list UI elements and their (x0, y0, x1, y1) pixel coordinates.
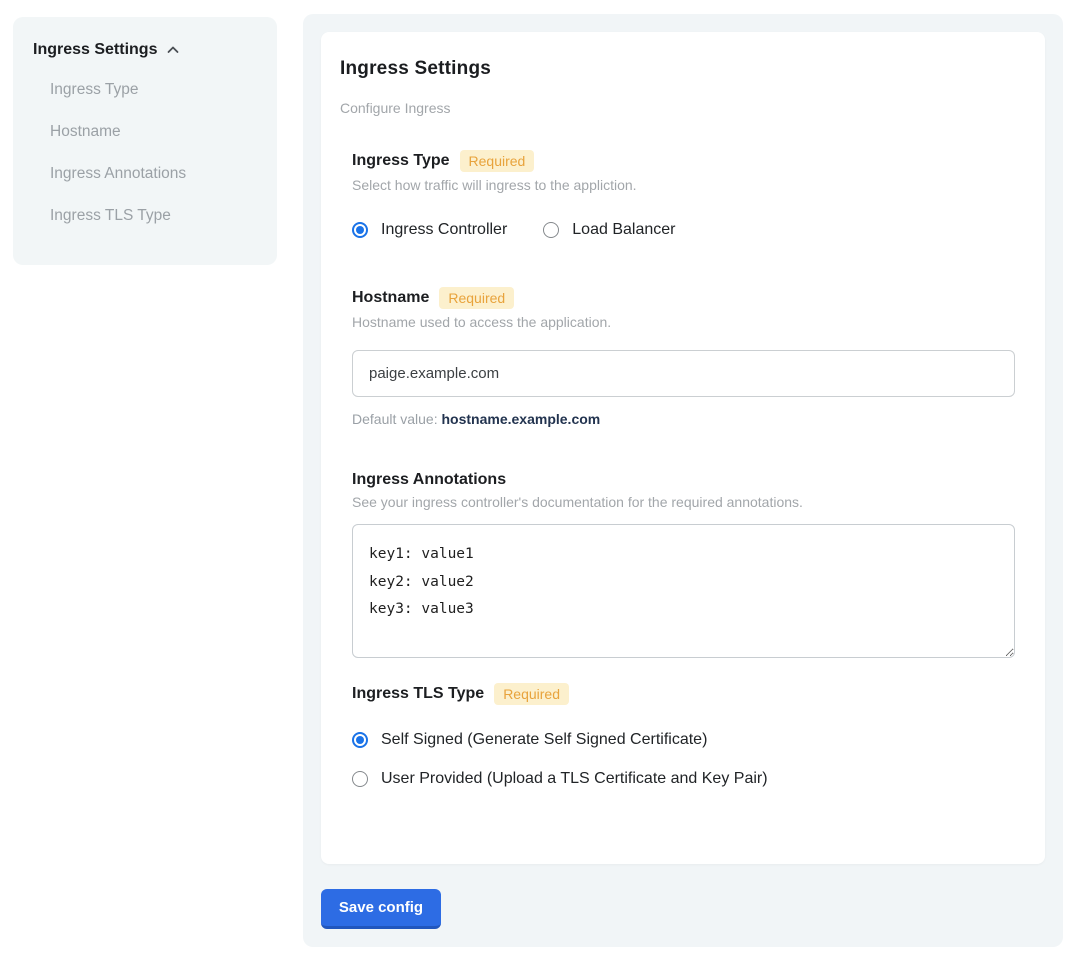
radio-icon (352, 771, 368, 787)
sidebar-section-title: Ingress Settings (33, 41, 157, 59)
required-badge: Required (439, 287, 514, 309)
hostname-default-value: hostname.example.com (442, 411, 601, 427)
radio-option-label: Self Signed (Generate Self Signed Certif… (381, 731, 707, 749)
required-badge: Required (460, 150, 535, 172)
radio-icon (543, 222, 559, 238)
hostname-input[interactable] (352, 350, 1015, 397)
ingress-annotations-textarea[interactable]: key1: value1 key2: value2 key3: value3 (352, 524, 1015, 658)
ingress-type-radio-group: Ingress Controller Load Balancer (352, 221, 1015, 239)
hostname-label: Hostname (352, 289, 429, 307)
hostname-default-prefix: Default value: (352, 411, 442, 427)
ingress-tls-type-label: Ingress TLS Type (352, 685, 484, 703)
chevron-up-icon (165, 42, 181, 58)
section-hostname: Hostname Required Hostname used to acces… (352, 287, 1015, 427)
radio-option-self-signed[interactable]: Self Signed (Generate Self Signed Certif… (352, 731, 1015, 749)
sidebar-item-hostname[interactable]: Hostname (33, 111, 261, 153)
ingress-settings-card: Ingress Settings Configure Ingress Ingre… (321, 32, 1045, 864)
page-title: Ingress Settings (340, 58, 1015, 80)
hostname-help: Hostname used to access the application. (352, 314, 1015, 330)
ingress-annotations-label: Ingress Annotations (352, 471, 506, 489)
ingress-tls-radio-group: Self Signed (Generate Self Signed Certif… (352, 731, 1015, 788)
settings-panel: Ingress Settings Configure Ingress Ingre… (303, 14, 1063, 947)
ingress-annotations-help: See your ingress controller's documentat… (352, 494, 1015, 510)
ingress-type-help: Select how traffic will ingress to the a… (352, 177, 1015, 193)
radio-option-label: User Provided (Upload a TLS Certificate … (381, 770, 768, 788)
section-ingress-type: Ingress Type Required Select how traffic… (352, 150, 1015, 239)
radio-icon (352, 732, 368, 748)
radio-option-label: Ingress Controller (381, 221, 507, 239)
save-config-button[interactable]: Save config (321, 889, 441, 929)
ingress-type-label: Ingress Type (352, 152, 450, 170)
page-subtitle: Configure Ingress (340, 100, 1015, 116)
sidebar-item-list: Ingress Type Hostname Ingress Annotation… (33, 69, 261, 237)
radio-icon (352, 222, 368, 238)
required-badge: Required (494, 683, 569, 705)
hostname-default-line: Default value: hostname.example.com (352, 411, 1015, 427)
settings-sidebar: Ingress Settings Ingress Type Hostname I… (13, 17, 277, 265)
sidebar-item-ingress-annotations[interactable]: Ingress Annotations (33, 153, 261, 195)
sidebar-section-toggle[interactable]: Ingress Settings (33, 41, 261, 59)
radio-option-ingress-controller[interactable]: Ingress Controller (352, 221, 507, 239)
radio-option-load-balancer[interactable]: Load Balancer (543, 221, 675, 239)
radio-option-label: Load Balancer (572, 221, 675, 239)
section-ingress-annotations: Ingress Annotations See your ingress con… (352, 471, 1015, 663)
sidebar-item-ingress-type[interactable]: Ingress Type (33, 69, 261, 111)
radio-option-user-provided[interactable]: User Provided (Upload a TLS Certificate … (352, 770, 1015, 788)
section-ingress-tls-type: Ingress TLS Type Required Self Signed (G… (352, 683, 1015, 788)
sidebar-item-ingress-tls-type[interactable]: Ingress TLS Type (33, 195, 261, 237)
